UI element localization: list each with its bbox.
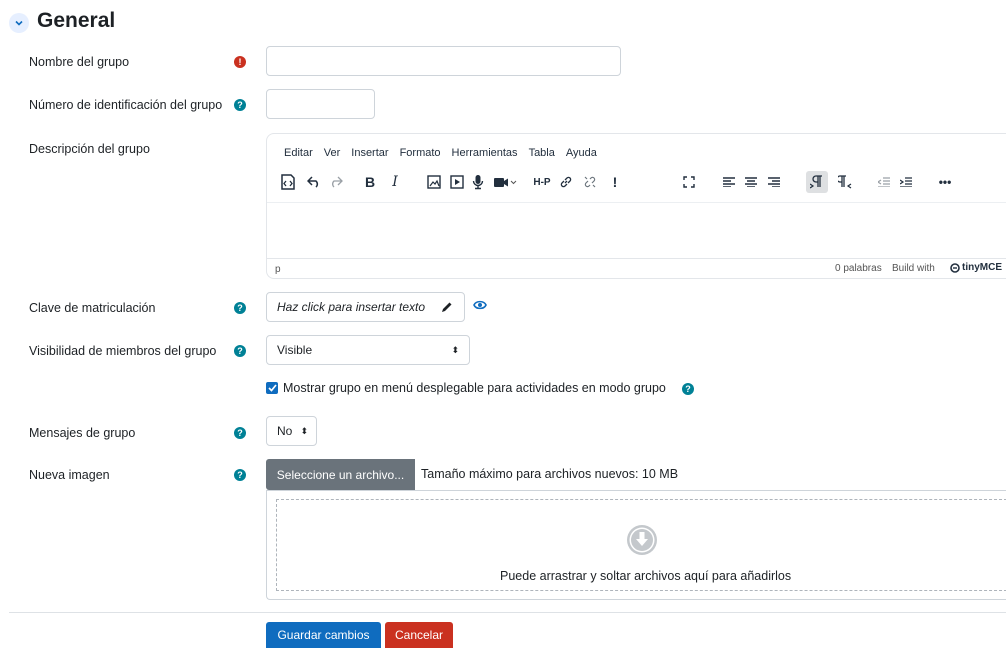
max-size-text: Tamaño máximo para archivos nuevos: 10 M… <box>421 467 679 481</box>
cancel-button[interactable]: Cancelar <box>385 622 453 648</box>
italic-icon[interactable]: I <box>388 171 402 193</box>
group-name-input[interactable] <box>266 46 621 76</box>
help-icon[interactable]: ? <box>234 469 246 481</box>
menu-ver[interactable]: Ver <box>324 147 341 159</box>
collapse-chevron-icon[interactable] <box>9 13 29 33</box>
id-number-input[interactable] <box>266 89 375 119</box>
word-count[interactable]: 0 palabras <box>835 263 882 274</box>
messaging-label: Mensajes de grupo <box>29 426 136 440</box>
help-icon[interactable]: ? <box>682 383 694 395</box>
bold-icon[interactable]: B <box>363 171 377 193</box>
menu-herramientas[interactable]: Herramientas <box>452 147 518 159</box>
rtl-icon[interactable] <box>836 171 854 193</box>
enrolment-key-placeholder: Haz click para insertar texto <box>277 300 426 314</box>
outdent-icon[interactable] <box>876 171 892 193</box>
id-number-label: Número de identificación del grupo <box>29 98 223 112</box>
rich-text-editor: Editar Ver Insertar Formato Herramientas… <box>266 133 1006 279</box>
redo-icon[interactable] <box>328 171 344 193</box>
dropdown-checkbox-label[interactable]: Mostrar grupo en menú desplegable para a… <box>283 381 666 395</box>
menu-formato[interactable]: Formato <box>400 147 441 159</box>
editor-menubar: Editar Ver Insertar Formato Herramientas… <box>284 147 597 159</box>
align-center-icon[interactable] <box>743 171 759 193</box>
select-caret-icon: ⬍ <box>451 345 459 355</box>
align-left-icon[interactable] <box>721 171 737 193</box>
tinymce-logo[interactable]: tinyMCE <box>950 262 1002 273</box>
save-button[interactable]: Guardar cambios <box>266 622 381 648</box>
download-arrow-icon <box>626 524 658 559</box>
menu-editar[interactable]: Editar <box>284 147 313 159</box>
source-code-icon[interactable] <box>280 171 296 193</box>
align-right-icon[interactable] <box>766 171 782 193</box>
menu-tabla[interactable]: Tabla <box>529 147 555 159</box>
element-path[interactable]: p <box>275 264 281 275</box>
messaging-select[interactable]: No ⬍ <box>266 416 317 446</box>
group-name-label: Nombre del grupo <box>29 55 130 69</box>
video-icon[interactable] <box>493 171 519 193</box>
fullscreen-icon[interactable] <box>681 171 697 193</box>
messaging-selected: No <box>277 424 293 438</box>
enrolment-key-label: Clave de matriculación <box>29 301 156 315</box>
microphone-icon[interactable] <box>470 171 486 193</box>
dropdown-checkbox[interactable] <box>266 382 278 394</box>
more-icon[interactable]: ••• <box>936 171 954 193</box>
section-title[interactable]: General <box>37 9 115 33</box>
required-icon: ! <box>234 56 246 68</box>
select-caret-icon: ⬍ <box>300 426 308 436</box>
tinymce-brand: tinyMCE <box>962 262 1002 273</box>
enrolment-key-input[interactable]: Haz click para insertar texto <box>266 292 465 322</box>
build-with-label: Build with <box>892 263 935 274</box>
menu-insertar[interactable]: Insertar <box>351 147 388 159</box>
help-icon[interactable]: ? <box>234 99 246 111</box>
visibility-selected: Visible <box>277 343 313 357</box>
editor-statusbar: p 0 palabras Build with tinyMCE <box>267 258 1006 279</box>
image-icon[interactable] <box>426 171 442 193</box>
unlink-icon[interactable] <box>582 171 598 193</box>
visibility-label: Visibilidad de miembros del grupo <box>29 344 217 358</box>
menu-ayuda[interactable]: Ayuda <box>566 147 597 159</box>
editor-content-area[interactable] <box>267 202 1006 258</box>
dropzone[interactable]: Puede arrastrar y soltar archivos aquí p… <box>276 499 1006 591</box>
pencil-icon <box>441 301 453 316</box>
link-icon[interactable] <box>558 171 574 193</box>
media-icon[interactable] <box>449 171 465 193</box>
help-icon[interactable]: ? <box>234 345 246 357</box>
visibility-select[interactable]: Visible ⬍ <box>266 335 470 365</box>
file-manager: Puede arrastrar y soltar archivos aquí p… <box>266 490 1006 600</box>
exclamation-icon[interactable]: ! <box>610 171 620 193</box>
indent-icon[interactable] <box>898 171 914 193</box>
h5p-icon[interactable]: H-P <box>531 171 553 193</box>
image-label: Nueva imagen <box>29 468 110 482</box>
dropzone-text: Puede arrastrar y soltar archivos aquí p… <box>500 569 792 583</box>
tinymce-icon <box>950 262 960 273</box>
choose-file-button[interactable]: Seleccione un archivo... <box>266 459 415 490</box>
reveal-eye-icon[interactable] <box>473 299 487 314</box>
divider <box>9 612 1006 613</box>
help-icon[interactable]: ? <box>234 302 246 314</box>
help-icon[interactable]: ? <box>234 427 246 439</box>
undo-icon[interactable] <box>306 171 322 193</box>
ltr-icon[interactable] <box>806 171 828 193</box>
description-label: Descripción del grupo <box>29 142 150 156</box>
